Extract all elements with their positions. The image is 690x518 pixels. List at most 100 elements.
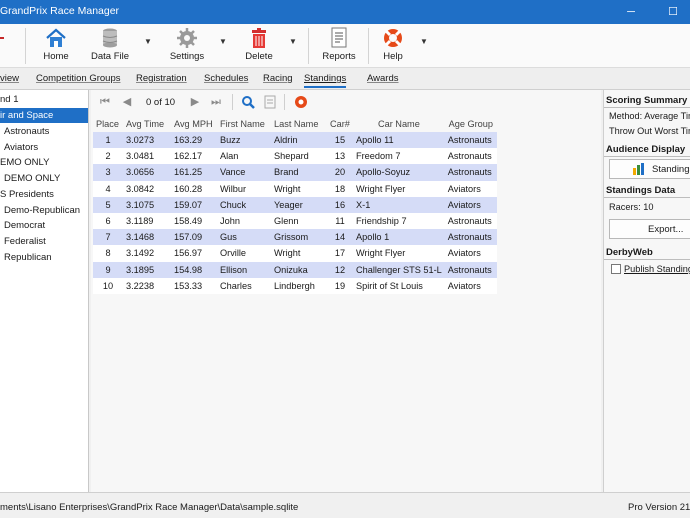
first-record-icon[interactable]: ⏮ bbox=[98, 95, 112, 109]
settings-dropdown-icon[interactable]: ▼ bbox=[219, 37, 227, 46]
table-cell: Charles bbox=[217, 277, 271, 294]
table-cell: 3.2238 bbox=[123, 277, 171, 294]
table-row[interactable]: 6 3.1189 158.49 John Glenn 11 Friendship 7 Astr… bbox=[93, 212, 497, 230]
data-file-button[interactable]: Data File bbox=[87, 24, 133, 68]
tree-item-democrat[interactable]: Democrat bbox=[4, 218, 45, 233]
tree-item-republican[interactable]: Republican bbox=[4, 250, 52, 265]
table-cell: 3.1895 bbox=[123, 261, 171, 278]
delete-dropdown-icon[interactable]: ▼ bbox=[289, 37, 297, 46]
table-cell: X-1 bbox=[353, 196, 445, 213]
table-cell: Ellison bbox=[217, 261, 271, 278]
table-row[interactable]: 4 3.0842 160.28 Wilbur Wright 18 Wright Flyer A… bbox=[93, 180, 497, 197]
table-cell: Aviators bbox=[444, 245, 497, 262]
table-cell: Aviators bbox=[444, 277, 497, 294]
tab-awards[interactable]: Awards bbox=[367, 73, 399, 84]
maximize-button[interactable]: ☐ bbox=[662, 2, 684, 22]
search-icon[interactable] bbox=[241, 95, 255, 109]
tree-item-label: ir and Space bbox=[0, 110, 54, 121]
column-header[interactable]: Car# bbox=[327, 116, 353, 132]
column-header[interactable]: Avg MPH bbox=[171, 116, 217, 132]
tree-item-demo-only-child[interactable]: DEMO ONLY bbox=[4, 171, 60, 186]
table-row[interactable]: 3 3.0656 161.25 Vance Brand 20 Apollo-Soyuz Ast… bbox=[93, 164, 497, 181]
column-header[interactable]: First Name bbox=[217, 116, 271, 132]
table-cell: Brand bbox=[271, 164, 327, 181]
table-cell: 5 bbox=[93, 196, 123, 213]
standings-panel: ⏮ ◀ 0 of 10 ▶ ⏭ Place Avg Time Avg MPH F… bbox=[91, 90, 601, 492]
table-cell: 154.98 bbox=[171, 261, 217, 278]
tree-item-demo-republican[interactable]: Demo-Republican bbox=[4, 203, 80, 218]
settings-button[interactable]: Settings bbox=[166, 24, 208, 68]
table-row[interactable]: 10 3.2238 153.33 Charles Lindbergh 19 Spirit o… bbox=[93, 277, 497, 294]
table-cell: Buzz bbox=[217, 132, 271, 149]
report-icon bbox=[328, 27, 350, 49]
help-button[interactable]: Help bbox=[376, 24, 410, 68]
table-cell: 3.0273 bbox=[123, 132, 171, 149]
tree-item-federalist[interactable]: Federalist bbox=[4, 234, 46, 249]
minimize-button[interactable]: ─ bbox=[620, 2, 642, 22]
standings-table[interactable]: Place Avg Time Avg MPH First Name Last N… bbox=[93, 116, 497, 294]
table-cell: 160.28 bbox=[171, 180, 217, 197]
tab-registration[interactable]: Registration bbox=[136, 73, 187, 84]
table-cell: Wright Flyer bbox=[353, 245, 445, 262]
table-cell: Astronauts bbox=[444, 261, 497, 278]
tree-item-us-presidents[interactable]: S Presidents bbox=[0, 187, 54, 202]
table-cell: Aviators bbox=[444, 180, 497, 197]
table-row[interactable]: 1 3.0273 163.29 Buzz Aldrin 15 Apollo 11 Astron… bbox=[93, 132, 497, 149]
table-header-row: Place Avg Time Avg MPH First Name Last N… bbox=[93, 116, 497, 132]
table-row[interactable]: 5 3.1075 159.07 Chuck Yeager 16 X-1 Aviators bbox=[93, 196, 497, 213]
help-dropdown-icon[interactable]: ▼ bbox=[420, 37, 428, 46]
help-icon[interactable] bbox=[294, 95, 308, 109]
export-button[interactable]: Export... bbox=[609, 219, 690, 239]
table-cell: Onizuka bbox=[271, 261, 327, 278]
next-record-icon[interactable]: ▶ bbox=[188, 95, 202, 109]
tab-competition-groups[interactable]: Competition Groups bbox=[36, 73, 120, 84]
table-cell: 6 bbox=[93, 212, 123, 230]
exit-icon[interactable] bbox=[0, 30, 4, 46]
scoring-method: Method: Average Tim bbox=[609, 111, 690, 121]
table-cell: Shepard bbox=[271, 148, 327, 165]
tree-item-round[interactable]: nd 1 bbox=[0, 92, 19, 107]
last-record-icon[interactable]: ⏭ bbox=[209, 95, 223, 109]
reports-button[interactable]: Reports bbox=[318, 24, 360, 68]
column-header[interactable]: Car Name bbox=[353, 116, 445, 132]
table-row[interactable]: 9 3.1895 154.98 Ellison Onizuka 12 Challenger … bbox=[93, 261, 497, 278]
tree-item-aviators[interactable]: Aviators bbox=[4, 140, 38, 155]
column-header[interactable]: Place bbox=[93, 116, 123, 132]
settings-label: Settings bbox=[169, 51, 205, 62]
column-header[interactable]: Last Name bbox=[271, 116, 327, 132]
table-row[interactable]: 2 3.0481 162.17 Alan Shepard 13 Freedom 7 Astro… bbox=[93, 148, 497, 165]
publish-standings-label[interactable]: Publish Standings bbox=[624, 264, 690, 274]
tab-standings[interactable]: Standings bbox=[304, 73, 347, 88]
table-cell: Astronauts bbox=[444, 212, 497, 230]
help-label: Help bbox=[383, 51, 403, 62]
tree-item-astronauts[interactable]: Astronauts bbox=[4, 124, 49, 139]
table-cell: Vance bbox=[217, 164, 271, 181]
side-panel: Scoring Summary Method: Average Tim Thro… bbox=[603, 90, 690, 492]
tree-item-demo-only[interactable]: EMO ONLY bbox=[0, 155, 49, 170]
tab-schedules[interactable]: Schedules bbox=[204, 73, 248, 84]
table-cell: Wright bbox=[271, 180, 327, 197]
tab-overview[interactable]: view bbox=[0, 73, 19, 84]
column-header[interactable]: Avg Time bbox=[123, 116, 171, 132]
data-file-dropdown-icon[interactable]: ▼ bbox=[144, 37, 152, 46]
home-button[interactable]: Home bbox=[36, 24, 76, 68]
table-cell: Aviators bbox=[444, 196, 497, 213]
table-cell: Grissom bbox=[271, 229, 327, 246]
delete-button[interactable]: Delete bbox=[242, 24, 276, 68]
tree-item-air-and-space[interactable]: ir and Space bbox=[0, 108, 88, 123]
tab-racing[interactable]: Racing bbox=[263, 73, 293, 84]
table-row[interactable]: 7 3.1468 157.09 Gus Grissom 14 Apollo 1 Astrona… bbox=[93, 229, 497, 246]
publish-standings-checkbox[interactable] bbox=[611, 264, 621, 274]
table-cell: Aldrin bbox=[271, 132, 327, 149]
main-tabs: view Competition Groups Registration Sch… bbox=[0, 68, 690, 90]
standings-display-button[interactable]: Standings bbox=[609, 159, 690, 179]
table-cell: 3.0842 bbox=[123, 180, 171, 197]
table-cell: Apollo 1 bbox=[353, 229, 445, 246]
column-header[interactable]: Age Group bbox=[444, 116, 497, 132]
window-title: GrandPrix Race Manager bbox=[0, 5, 120, 17]
table-cell: 11 bbox=[327, 212, 353, 230]
table-row[interactable]: 8 3.1492 156.97 Orville Wright 17 Wright Flyer… bbox=[93, 245, 497, 262]
previous-record-icon[interactable]: ◀ bbox=[120, 95, 134, 109]
table-cell: 19 bbox=[327, 277, 353, 294]
print-icon[interactable] bbox=[263, 95, 277, 109]
